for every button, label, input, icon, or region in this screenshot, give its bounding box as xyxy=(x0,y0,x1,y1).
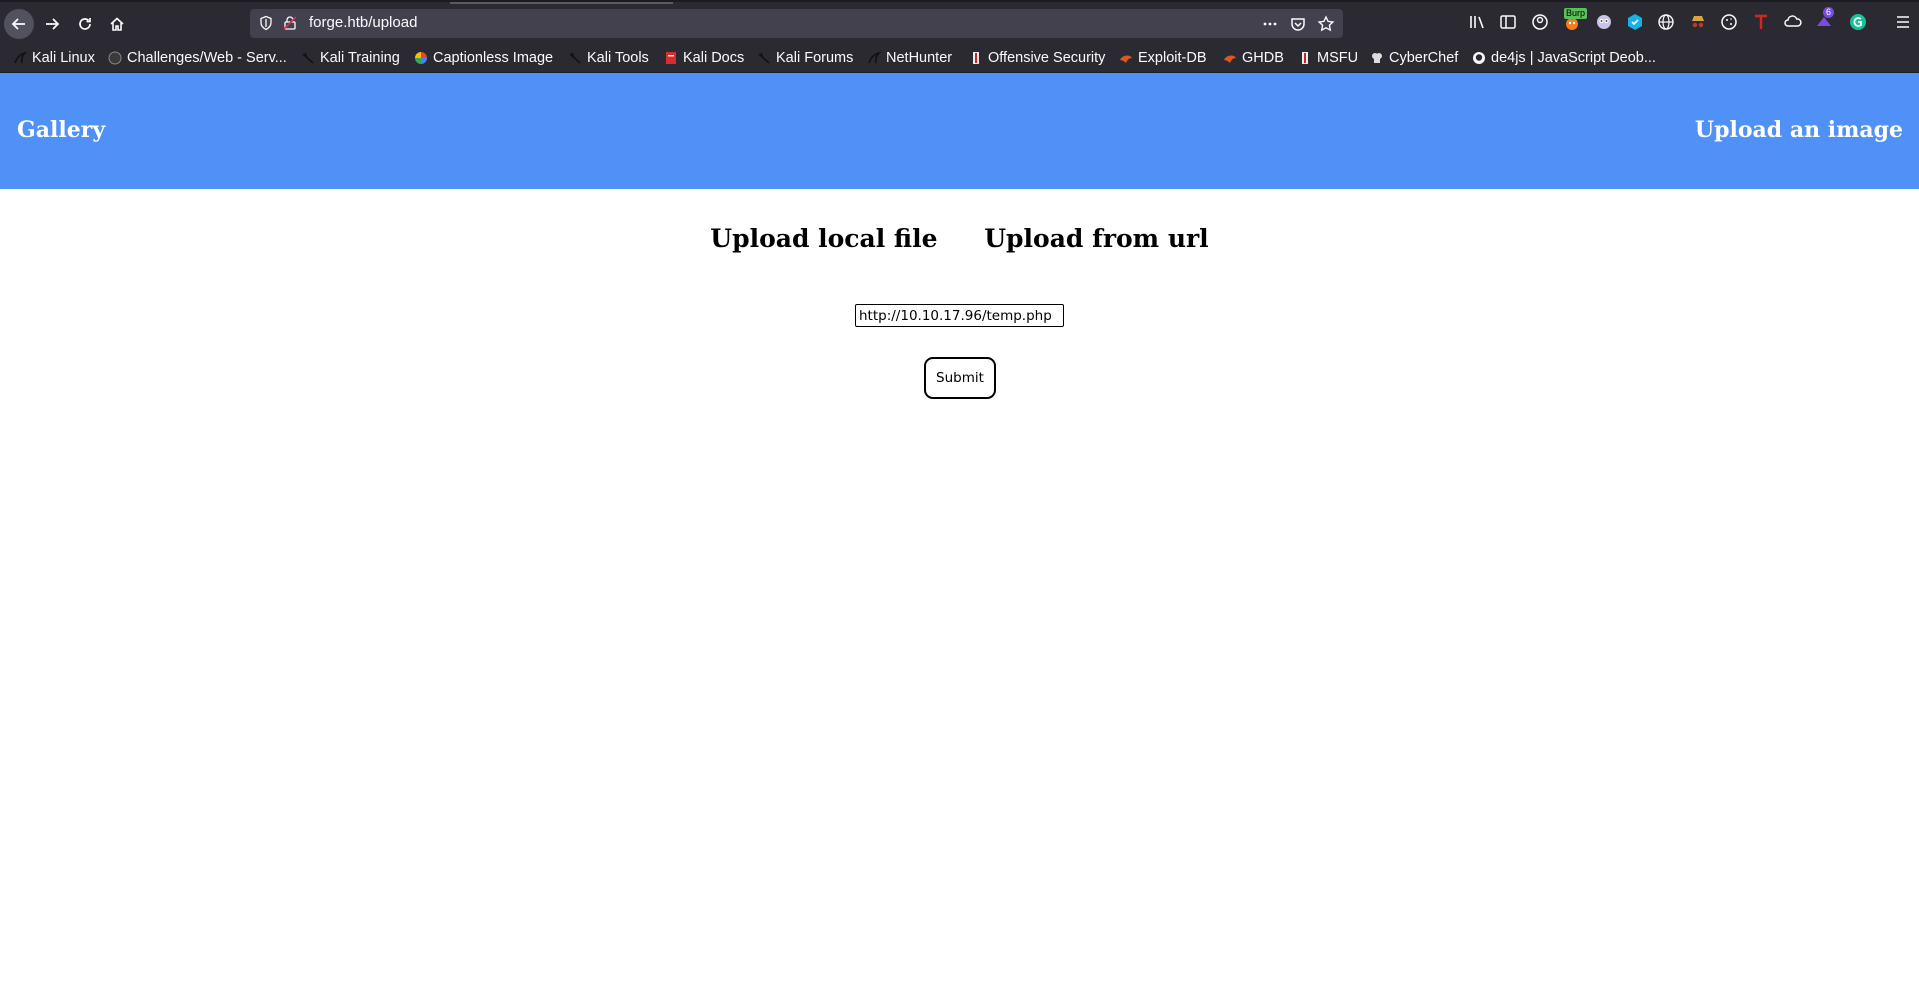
bookmark-kali-training[interactable]: Kali Training xyxy=(301,48,400,68)
kali-dragon-icon xyxy=(758,52,770,64)
active-tab-indicator xyxy=(450,2,673,4)
bookmark-kali-linux[interactable]: Kali Linux xyxy=(13,48,95,68)
bookmark-offensive-security[interactable]: Offensive Security xyxy=(969,48,1105,68)
exploit-db-icon xyxy=(1224,55,1236,63)
shield-icon[interactable] xyxy=(258,15,274,31)
bookmark-label: Kali Training xyxy=(320,50,400,66)
bookmark-label: de4js | JavaScript Deob... xyxy=(1491,50,1656,66)
bookmarks-toolbar: Kali Linux Challenges/Web - Serv... Kali… xyxy=(0,43,1919,73)
globe-icon[interactable] xyxy=(1656,12,1676,32)
bookmark-kali-tools[interactable]: Kali Tools xyxy=(568,48,649,68)
browser-toolbar: forge.htb/upload Burp 6 xyxy=(0,0,1919,43)
bookmark-label: MSFU xyxy=(1317,50,1359,66)
hamburger-menu-icon[interactable] xyxy=(1893,12,1913,32)
bookmark-kali-forums[interactable]: Kali Forums xyxy=(757,48,853,68)
purple-extension-icon[interactable]: 6 xyxy=(1814,7,1835,32)
grammarly-icon[interactable] xyxy=(1848,12,1868,32)
bookmark-star-icon[interactable] xyxy=(1317,15,1335,33)
forward-button[interactable] xyxy=(37,9,67,39)
bookmark-challenges[interactable]: Challenges/Web - Serv... xyxy=(108,48,287,68)
hackbar-icon[interactable] xyxy=(1625,12,1645,32)
kali-dragon-icon xyxy=(14,51,27,64)
kali-dragon-icon xyxy=(302,52,314,64)
bookmark-label: Captionless Image xyxy=(433,50,554,66)
bookmark-label: NetHunter xyxy=(886,50,953,66)
kali-docs-icon xyxy=(666,52,676,64)
offsec-icon xyxy=(973,52,979,64)
bookmark-msfu[interactable]: MSFU xyxy=(1298,48,1358,68)
github-icon xyxy=(1473,52,1485,64)
pinwheel-icon xyxy=(415,52,427,64)
arrow-right-icon xyxy=(46,18,60,30)
url-input[interactable] xyxy=(855,304,1064,327)
globe-icon xyxy=(108,51,122,65)
burp-badge: Burp xyxy=(1564,8,1588,19)
bookmark-label: GHDB xyxy=(1242,50,1284,66)
library-icon[interactable] xyxy=(1467,12,1487,32)
t-extension-icon[interactable] xyxy=(1751,12,1771,32)
bookmark-captionless-image[interactable]: Captionless Image xyxy=(414,48,553,68)
bookmark-label: Kali Tools xyxy=(587,50,649,66)
upload-local-file-tab[interactable]: Upload local file xyxy=(710,224,937,253)
home-icon xyxy=(110,17,124,31)
cloud-icon[interactable] xyxy=(1783,12,1803,32)
bookmark-label: CyberChef xyxy=(1389,50,1459,66)
upload-image-link[interactable]: Upload an image xyxy=(1695,117,1903,143)
offsec-icon xyxy=(1302,52,1308,64)
bookmark-nethunter[interactable]: NetHunter xyxy=(867,48,952,68)
bookmark-exploit-db[interactable]: Exploit-DB xyxy=(1119,48,1207,68)
cookie-icon[interactable] xyxy=(1719,12,1739,32)
gallery-link[interactable]: Gallery xyxy=(17,117,105,143)
upload-from-url-tab[interactable]: Upload from url xyxy=(984,224,1208,253)
submit-button[interactable]: Submit xyxy=(924,357,996,399)
bookmark-label: Challenges/Web - Serv... xyxy=(127,50,287,66)
arrow-left-icon xyxy=(11,18,25,30)
bookmark-label: Offensive Security xyxy=(988,50,1106,66)
bookmark-cyberchef[interactable]: CyberChef xyxy=(1370,48,1458,68)
wappalyzer-icon[interactable] xyxy=(1594,12,1614,32)
bookmark-kali-docs[interactable]: Kali Docs xyxy=(664,48,744,68)
insecure-lock-icon[interactable] xyxy=(282,15,298,31)
reload-button[interactable] xyxy=(70,9,100,39)
extension-badge-count: 6 xyxy=(1823,7,1835,18)
url-text[interactable]: forge.htb/upload xyxy=(309,14,417,31)
address-bar[interactable]: forge.htb/upload xyxy=(250,9,1343,38)
bookmark-label: Exploit-DB xyxy=(1138,50,1207,66)
account-icon[interactable] xyxy=(1530,12,1550,32)
upload-mode-tabs: Upload local file Upload from url xyxy=(0,224,1919,253)
exploit-db-icon xyxy=(1120,55,1132,63)
home-button[interactable] xyxy=(102,9,132,39)
more-actions-icon[interactable] xyxy=(1261,15,1279,33)
back-button[interactable] xyxy=(4,9,34,39)
bookmark-ghdb[interactable]: GHDB xyxy=(1223,48,1284,68)
spy-extension-icon[interactable] xyxy=(1688,12,1708,32)
bookmark-label: Kali Linux xyxy=(32,50,95,66)
kali-dragon-icon xyxy=(868,51,881,64)
kali-dragon-icon xyxy=(569,52,581,64)
reload-icon xyxy=(79,18,91,30)
pocket-icon[interactable] xyxy=(1289,15,1307,33)
burp-extension-icon[interactable]: Burp xyxy=(1562,8,1588,32)
site-header: Gallery Upload an image xyxy=(0,73,1919,189)
bookmark-label: Kali Docs xyxy=(683,50,745,66)
chef-hat-icon xyxy=(1372,53,1382,63)
bookmark-de4js[interactable]: de4js | JavaScript Deob... xyxy=(1472,48,1656,68)
bookmark-label: Kali Forums xyxy=(776,50,854,66)
sidebar-icon[interactable] xyxy=(1498,12,1518,32)
